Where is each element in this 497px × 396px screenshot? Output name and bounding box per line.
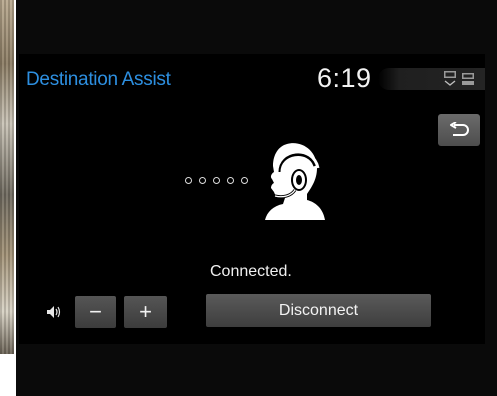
connecting-dots [185, 177, 248, 184]
infotainment-screen: Destination Assist 6:19 Connected. − + D… [19, 54, 485, 344]
speaker-icon [47, 306, 61, 318]
dot [227, 177, 234, 184]
headset-operator-icon [265, 143, 325, 220]
back-button[interactable] [438, 114, 480, 146]
dot [213, 177, 220, 184]
page-title: Destination Assist [26, 69, 171, 90]
dot [199, 177, 206, 184]
dcm-signal-icon [462, 73, 474, 85]
volume-down-button[interactable]: − [75, 296, 116, 328]
clock: 6:19 [317, 63, 372, 93]
disconnect-button[interactable]: Disconnect [206, 294, 431, 327]
background-photo [0, 0, 14, 354]
back-arrow-icon [450, 122, 469, 136]
dot [241, 177, 248, 184]
connection-status: Connected. [210, 263, 292, 280]
dcm-icon [444, 71, 456, 86]
dot [185, 177, 192, 184]
volume-up-button[interactable]: + [124, 296, 167, 328]
